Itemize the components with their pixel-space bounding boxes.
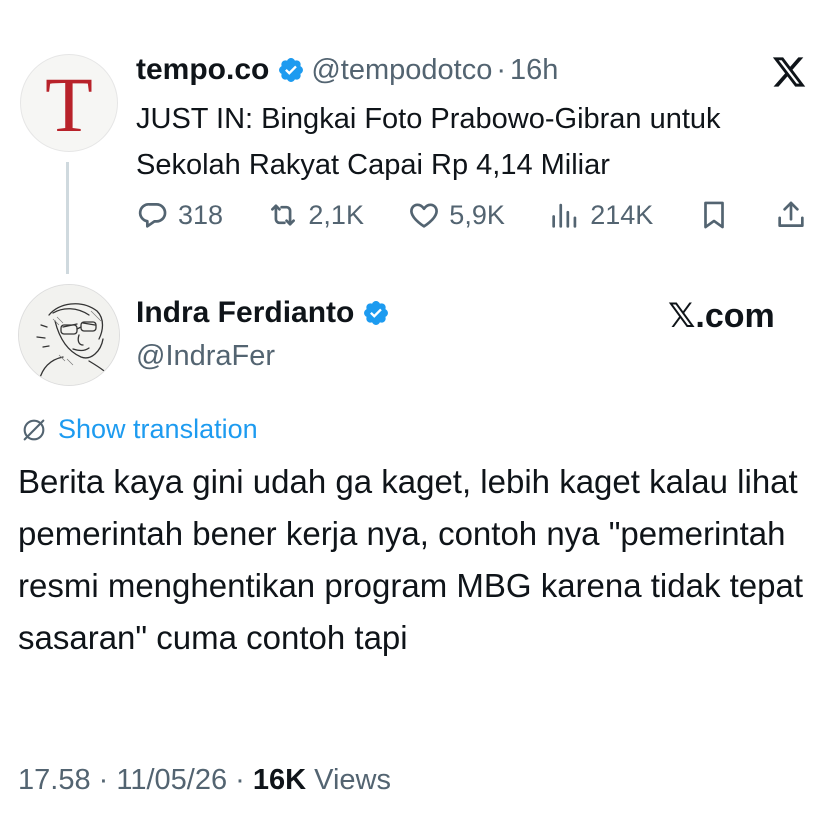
avatar-letter: T: [45, 61, 93, 148]
sketch-portrait-image: [19, 285, 119, 385]
share-icon: [778, 201, 804, 227]
tempo-avatar[interactable]: T: [20, 54, 118, 152]
author-handle[interactable]: @IndraFer: [136, 340, 275, 373]
tweet-date[interactable]: 11/05/26: [116, 764, 227, 796]
x-com-watermark: 𝕏.com: [668, 297, 775, 335]
tweet-meta: 17.58 · 11/05/26 · 16K Views: [18, 764, 391, 797]
bookmark-icon: [703, 201, 724, 229]
thread-line: [66, 162, 69, 274]
show-translation-button[interactable]: Show translation: [20, 414, 258, 445]
share-button[interactable]: [774, 198, 808, 232]
verified-badge-icon: [364, 301, 389, 325]
author-avatar[interactable]: [18, 284, 120, 386]
author-name[interactable]: Indra Ferdianto: [136, 296, 354, 330]
heart-icon: [410, 203, 439, 228]
like-count: 5,9K: [449, 199, 505, 230]
quoted-tweet-actions: 318 2,1K 5,9K 214K: [136, 194, 808, 236]
bookmark-button[interactable]: [697, 198, 731, 232]
views-count: 16K: [252, 764, 307, 796]
repost-button[interactable]: 2,1K: [266, 198, 364, 232]
views-button[interactable]: 214K: [548, 198, 653, 232]
quoted-author-name[interactable]: tempo.co: [136, 53, 269, 87]
show-translation-label: Show translation: [58, 414, 258, 444]
views-count: 214K: [590, 199, 654, 230]
repost-icon: [271, 204, 296, 226]
separator-dot: ·: [98, 764, 109, 796]
author-name-row: Indra Ferdianto: [136, 296, 396, 330]
tweet-text: Berita kaya gini udah ga kaget, lebih ka…: [18, 463, 804, 656]
tweet-time[interactable]: 17.58: [18, 764, 91, 796]
quoted-tweet-time[interactable]: 16h: [510, 54, 558, 87]
reply-button[interactable]: 318: [136, 198, 223, 232]
repost-count: 2,1K: [308, 199, 364, 230]
quoted-tweet-text: JUST IN: Bingkai Foto Prabowo-Gibran unt…: [136, 103, 721, 181]
analytics-icon: [552, 203, 577, 228]
separator-dot: ·: [496, 53, 507, 86]
separator-dot: ·: [235, 764, 245, 796]
x-logo-icon[interactable]: [770, 54, 808, 90]
quoted-tweet-header: tempo.co @tempodotco · 16h: [136, 50, 558, 90]
like-button[interactable]: 5,9K: [407, 198, 505, 232]
translate-globe-icon: [23, 419, 45, 440]
reply-count: 318: [178, 199, 224, 230]
quoted-author-handle[interactable]: @tempodotco: [311, 54, 492, 87]
views-label: Views: [314, 764, 392, 796]
verified-badge-icon: [279, 58, 304, 82]
reply-icon: [138, 203, 167, 228]
